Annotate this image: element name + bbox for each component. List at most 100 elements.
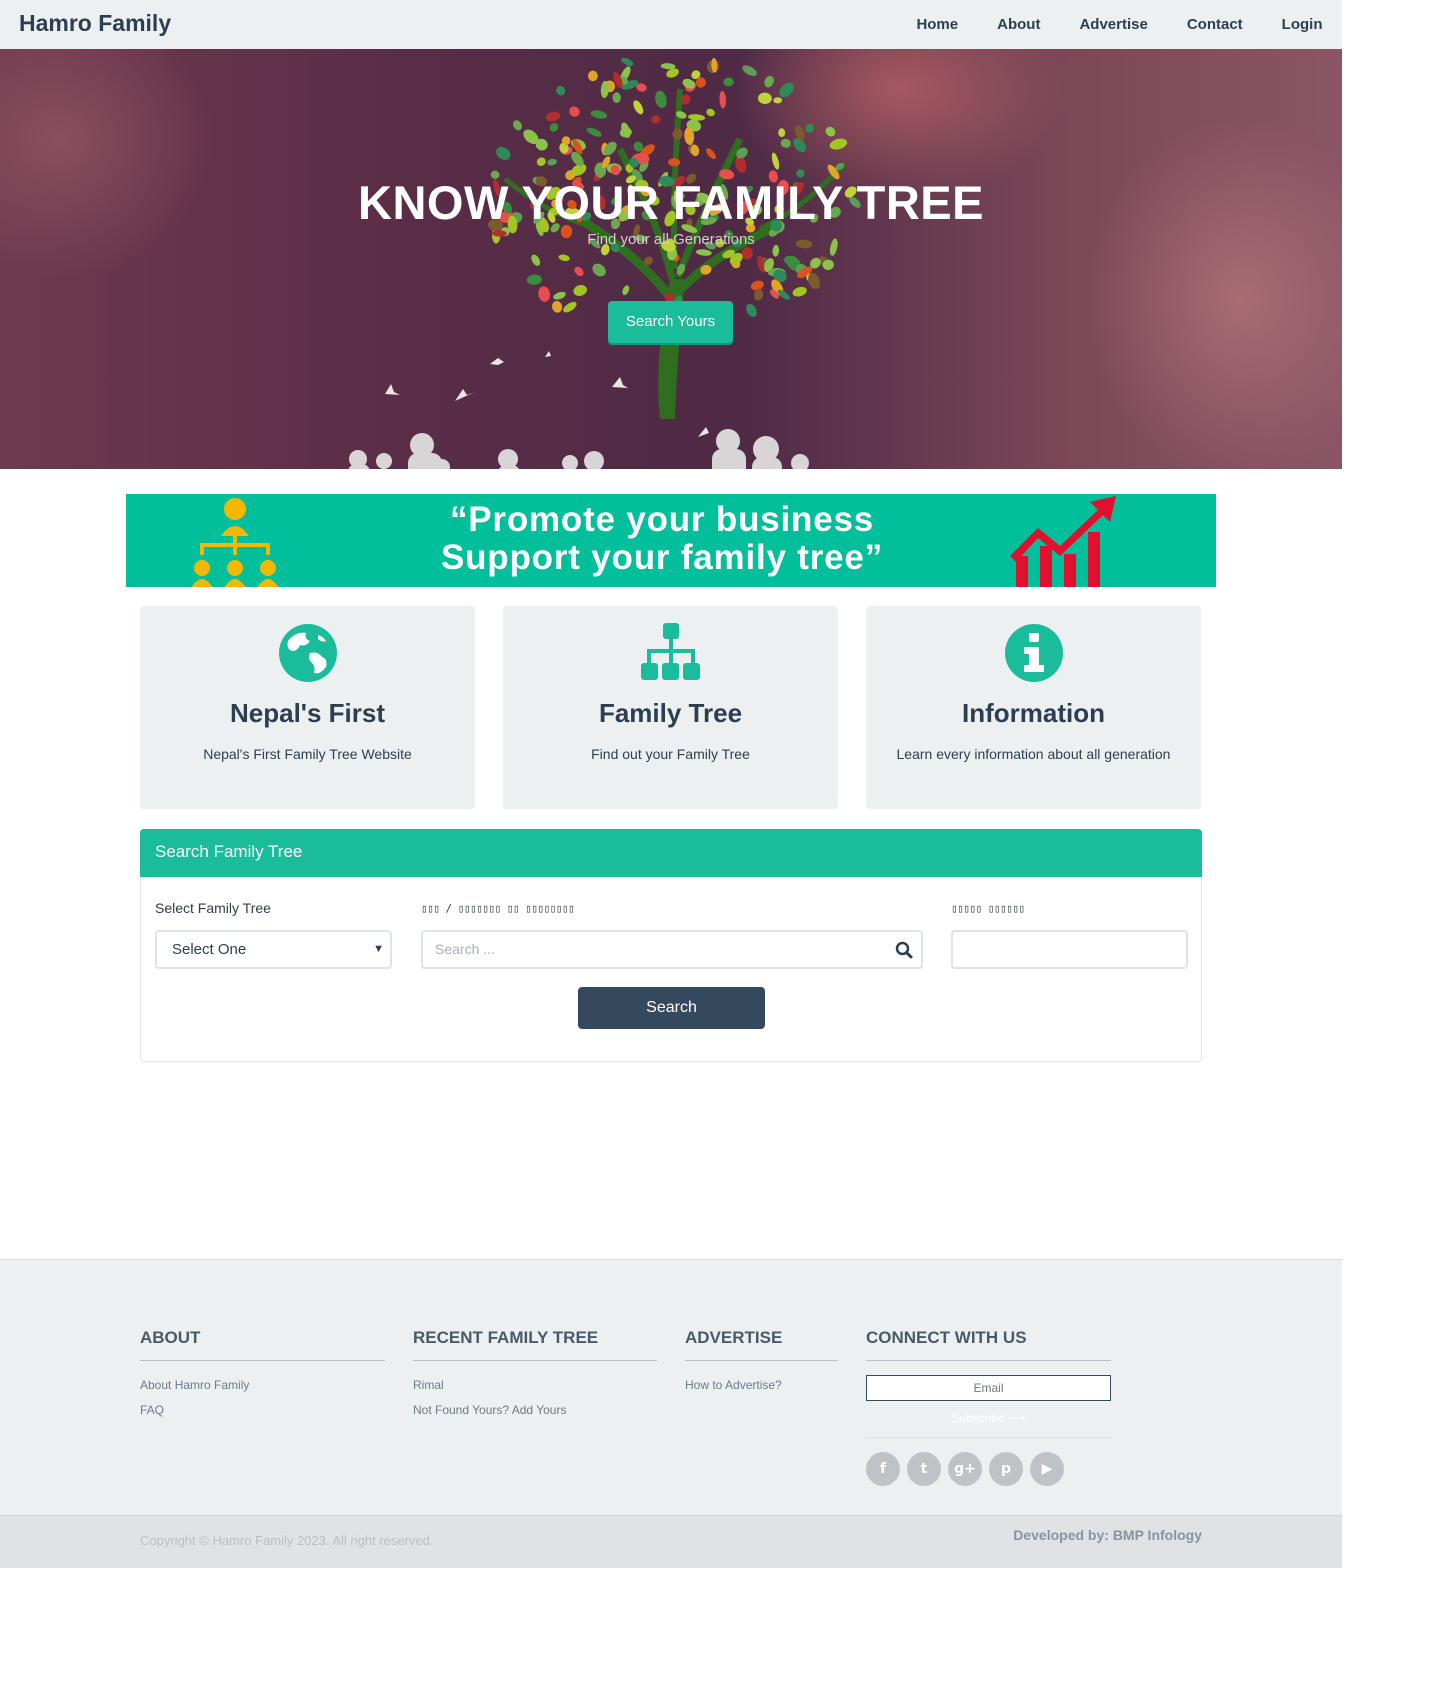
tree-leaf xyxy=(531,254,541,266)
globe-icon xyxy=(279,624,337,682)
pinterest-icon[interactable]: p xyxy=(989,1452,1023,1486)
tree-leaf xyxy=(771,152,780,170)
family-tree-illustration xyxy=(348,57,861,469)
feature-card-information: Information Learn every information abou… xyxy=(866,606,1201,809)
tree-leaf xyxy=(651,115,661,124)
tree-leaf xyxy=(574,266,584,277)
nav-about[interactable]: About xyxy=(978,0,1060,49)
tree-leaf xyxy=(779,82,794,98)
footer-connect-heading: CONNECT WITH US xyxy=(866,1328,1111,1361)
tree-leaf xyxy=(723,77,734,87)
tree-leaf xyxy=(586,127,602,137)
tree-leaf xyxy=(558,254,570,262)
footer-about-column: ABOUT About Hamro Family FAQ xyxy=(140,1328,385,1417)
tree-leaf xyxy=(547,158,557,166)
card-description: Find out your Family Tree xyxy=(591,746,750,762)
tree-leaf xyxy=(825,126,836,137)
copyright-bar: Copyright © Hamro Family 2023. All right… xyxy=(0,1515,1342,1568)
promo-banner[interactable]: “Promote your business Support your fami… xyxy=(126,494,1216,587)
subscribe-button[interactable]: Subscribe ⟶ xyxy=(866,1408,1111,1438)
tree-leaf xyxy=(696,249,712,256)
name-search-input[interactable]: Search ... xyxy=(421,930,923,969)
footer-link-rimal[interactable]: Rimal xyxy=(413,1378,657,1392)
card-description: Learn every information about all genera… xyxy=(896,746,1171,762)
footer-link-faq[interactable]: FAQ xyxy=(140,1403,385,1417)
tree-leaf xyxy=(773,97,783,104)
tree-leaf xyxy=(778,128,786,138)
chevron-down-icon: ▼ xyxy=(373,943,384,955)
email-field[interactable]: Email xyxy=(866,1375,1111,1401)
search-button[interactable]: Search xyxy=(578,987,765,1029)
tree-leaf xyxy=(551,300,563,313)
twitter-icon[interactable]: t xyxy=(907,1452,941,1486)
tree-leaf xyxy=(621,57,634,66)
tree-leaf xyxy=(764,75,774,88)
tree-leaf xyxy=(746,303,757,317)
developer-credit[interactable]: Developed by: BMP Infology xyxy=(1013,1527,1202,1543)
hero-title: KNOW YOUR FAMILY TREE xyxy=(358,176,984,229)
tree-leaf xyxy=(536,157,546,167)
tree-leaf xyxy=(563,301,577,313)
tree-leaf xyxy=(758,92,772,105)
tree-leaf xyxy=(792,286,807,297)
search-yours-button[interactable]: Search Yours xyxy=(608,301,733,343)
facebook-icon[interactable]: f xyxy=(866,1452,900,1486)
footer-link-add-yours[interactable]: Not Found Yours? Add Yours xyxy=(413,1403,657,1417)
hero-section: KNOW YOUR FAMILY TREE Find your all Gene… xyxy=(0,49,1342,469)
feature-card-nepals-first: Nepal's First Nepal's First Family Tree … xyxy=(140,606,475,809)
tree-leaf xyxy=(672,128,683,140)
tree-leaf xyxy=(573,285,587,296)
tree-leaf xyxy=(526,274,542,285)
footer-recent-column: RECENT FAMILY TREE Rimal Not Found Yours… xyxy=(413,1328,657,1417)
tree-leaf xyxy=(742,65,757,76)
tree-leaf xyxy=(512,120,523,131)
youtube-icon[interactable]: ▶ xyxy=(1030,1452,1064,1486)
nav-login[interactable]: Login xyxy=(1262,0,1342,49)
growth-chart-icon xyxy=(1010,496,1116,587)
tree-leaf xyxy=(706,108,715,117)
tree-leaf xyxy=(590,110,608,119)
tree-leaf xyxy=(553,291,566,300)
footer-recent-heading: RECENT FAMILY TREE xyxy=(413,1328,657,1361)
tree-leaf xyxy=(587,70,598,82)
search-icon[interactable] xyxy=(895,941,913,959)
card-title: Nepal's First xyxy=(229,698,385,728)
tree-leaf xyxy=(545,111,561,122)
tree-leaf xyxy=(556,85,566,96)
tree-leaf xyxy=(538,286,551,302)
card-title: Information xyxy=(962,698,1105,728)
nav-advertise[interactable]: Advertise xyxy=(1060,0,1167,49)
footer-connect-column: CONNECT WITH US Email Subscribe ⟶ f t g+… xyxy=(866,1328,1111,1498)
nav-contact[interactable]: Contact xyxy=(1167,0,1262,49)
tree-leaf xyxy=(612,92,621,104)
info-icon xyxy=(1005,624,1063,682)
copyright-text: Copyright © Hamro Family 2023. All right… xyxy=(140,1533,434,1548)
footer-advertise-column: ADVERTISE How to Advertise? xyxy=(685,1328,838,1392)
tree-leaf xyxy=(655,90,667,109)
card-description: Nepal's First Family Tree Website xyxy=(203,746,412,762)
search-family-tree-panel: Search Family Tree Select Family Tree Se… xyxy=(140,829,1202,1062)
tree-leaf xyxy=(633,100,644,115)
footer-about-heading: ABOUT xyxy=(140,1328,385,1361)
tree-leaf xyxy=(805,123,815,133)
tree-leaf xyxy=(569,106,580,117)
footer-link-about[interactable]: About Hamro Family xyxy=(140,1378,385,1392)
tree-leaf xyxy=(829,138,848,150)
tree-leaf xyxy=(549,122,559,132)
feature-card-family-tree: Family Tree Find out your Family Tree xyxy=(503,606,838,809)
tree-leaf xyxy=(706,148,716,160)
tree-leaf xyxy=(496,146,511,161)
hero-subtitle: Find your all Generations xyxy=(587,231,755,248)
brand-logo[interactable]: Hamro Family xyxy=(19,10,171,37)
nav-home[interactable]: Home xyxy=(897,0,978,49)
footer: ABOUT About Hamro Family FAQ RECENT FAMI… xyxy=(0,1259,1342,1515)
sitemap-icon xyxy=(641,623,700,680)
card-title: Family Tree xyxy=(598,698,743,728)
select-value: Select One xyxy=(172,941,247,958)
family-tree-select[interactable]: Select One ▼ xyxy=(155,930,392,969)
tree-leaf xyxy=(668,158,681,167)
top-navbar: Hamro Family Home About Advertise Contac… xyxy=(0,0,1342,49)
footer-link-how-to-advertise[interactable]: How to Advertise? xyxy=(685,1378,838,1392)
third-field-input[interactable] xyxy=(951,930,1188,969)
google-plus-icon[interactable]: g+ xyxy=(948,1452,982,1486)
